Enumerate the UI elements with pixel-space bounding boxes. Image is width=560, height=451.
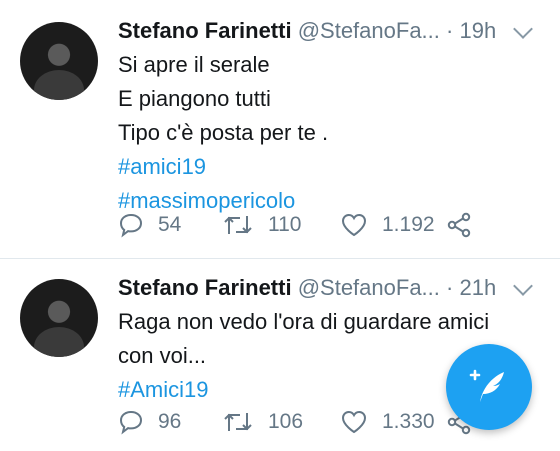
tweet-text-line: Si apre il serale xyxy=(118,52,270,77)
like-button[interactable]: 1.192 xyxy=(340,212,435,238)
user-handle[interactable]: @StefanoFa... xyxy=(298,18,440,43)
tweet[interactable]: Stefano Farinetti @StefanoFa... · 19h Si… xyxy=(0,0,560,258)
reply-icon xyxy=(119,213,143,238)
like-button[interactable]: 1.330 xyxy=(340,409,435,435)
tweet-time[interactable]: 21h xyxy=(459,275,496,300)
tweet-header: Stefano Farinetti @StefanoFa... · 21h xyxy=(118,275,496,301)
tweet-time[interactable]: 19h xyxy=(459,18,496,43)
heart-icon xyxy=(341,410,367,434)
avatar[interactable] xyxy=(20,279,98,357)
chevron-down-icon[interactable] xyxy=(513,276,533,296)
like-count: 1.330 xyxy=(382,410,435,433)
hashtag-link[interactable]: #amici19 xyxy=(118,154,206,180)
compose-tweet-button[interactable] xyxy=(446,344,532,430)
compose-tweet-icon xyxy=(469,369,504,402)
retweet-button[interactable]: 106 xyxy=(222,409,303,435)
separator-dot: · xyxy=(446,18,454,43)
like-count: 1.192 xyxy=(382,213,435,236)
heart-icon xyxy=(341,213,367,237)
share-icon xyxy=(447,212,471,238)
tweet-header: Stefano Farinetti @StefanoFa... · 19h xyxy=(118,18,496,44)
tweet-text-line: Raga non vedo l'ora di guardare amici xyxy=(118,309,490,334)
separator-dot: · xyxy=(446,275,454,300)
chevron-down-icon[interactable] xyxy=(513,19,533,39)
reply-icon xyxy=(119,410,143,435)
hashtag-link[interactable]: #massimopericolo xyxy=(118,188,295,214)
tweet-text-line: con voi... xyxy=(118,343,207,368)
retweet-count: 110 xyxy=(268,213,302,236)
tweet-text-line: Tipo c'è posta per te . xyxy=(118,120,329,145)
user-name[interactable]: Stefano Farinetti xyxy=(118,18,292,43)
user-handle[interactable]: @StefanoFa... xyxy=(298,275,440,300)
retweet-icon xyxy=(224,413,252,431)
tweet-actions: 54 110 1.192 xyxy=(118,212,538,244)
hashtag-link[interactable]: #Amici19 xyxy=(118,377,208,403)
reply-button[interactable]: 54 xyxy=(118,212,181,238)
retweet-icon xyxy=(224,216,252,234)
avatar[interactable] xyxy=(20,22,98,100)
reply-count: 54 xyxy=(158,213,182,236)
reply-button[interactable]: 96 xyxy=(118,409,181,435)
retweet-button[interactable]: 110 xyxy=(222,212,301,238)
share-button[interactable] xyxy=(446,212,486,238)
reply-count: 96 xyxy=(158,410,182,433)
tweet-text-line: E piangono tutti xyxy=(118,86,271,111)
user-name[interactable]: Stefano Farinetti xyxy=(118,275,292,300)
retweet-count: 106 xyxy=(268,410,304,433)
